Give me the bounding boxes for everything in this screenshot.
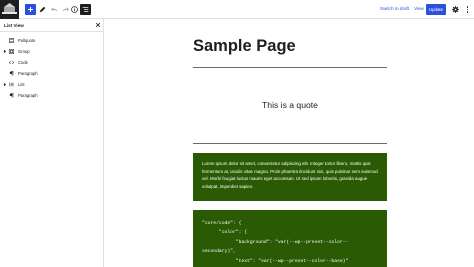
paragraph-block[interactable]: Lorem ipsum dolor sit amet, consectetur …	[193, 153, 387, 201]
list-view-item-label: Paragraph	[18, 93, 38, 98]
code-text[interactable]: "core/code": { "color": { "background": …	[202, 219, 378, 267]
more-options-button[interactable]	[465, 4, 470, 15]
code-icon	[9, 60, 14, 65]
list-view-item-code[interactable]: Code	[0, 57, 104, 68]
list-view-icon	[82, 7, 89, 12]
pullquote-icon	[9, 38, 14, 43]
undo-button[interactable]	[50, 4, 58, 15]
pencil-icon	[39, 6, 46, 13]
list-view-toggle-button[interactable]	[80, 4, 91, 15]
list-view-item-pullquote[interactable]: Pullquote	[0, 35, 104, 46]
list-view-header: List View	[0, 19, 104, 32]
tools-button[interactable]	[38, 4, 47, 15]
pullquote-text[interactable]: This is a quote	[193, 100, 387, 110]
list-view-item-label: Paragraph	[18, 71, 38, 76]
details-button[interactable]	[70, 4, 79, 15]
list-view-item-label: Pullquote	[18, 38, 36, 43]
paragraph-text[interactable]: Lorem ipsum dolor sit amet, consectetur …	[202, 160, 378, 190]
plus-icon-vertical	[30, 7, 31, 12]
paragraph-icon	[9, 93, 14, 98]
switch-to-draft-button[interactable]: Switch to draft	[380, 6, 409, 11]
info-icon	[71, 6, 78, 13]
list-view-item-label: Group	[18, 49, 30, 54]
list-icon	[9, 82, 14, 87]
more-vertical-icon	[466, 6, 469, 8]
site-logo-icon[interactable]	[0, 0, 19, 19]
editor-canvas: Sample Page This is a quote Lorem ipsum …	[105, 19, 474, 267]
chevron-right-icon[interactable]	[3, 82, 7, 87]
list-view-item-group[interactable]: Group	[0, 46, 104, 57]
list-view-item-label: Code	[18, 60, 29, 65]
chevron-right-icon[interactable]	[3, 49, 7, 54]
group-icon	[9, 49, 14, 54]
close-icon[interactable]	[95, 22, 101, 28]
redo-icon	[62, 6, 69, 11]
editor-top-toolbar: Switch to draft View Update	[0, 0, 474, 19]
update-button[interactable]: Update	[426, 4, 446, 15]
page-title[interactable]: Sample Page	[193, 37, 296, 56]
list-view-item-paragraph[interactable]: Paragraph	[0, 68, 104, 79]
list-view-item-list[interactable]: List	[0, 79, 104, 90]
more-vertical-icon-dot	[466, 11, 469, 13]
code-block[interactable]: "core/code": { "color": { "background": …	[193, 210, 387, 267]
paragraph-icon	[9, 71, 14, 76]
undo-icon	[50, 6, 57, 11]
more-vertical-icon-dot	[466, 8, 469, 11]
logo-base	[2, 12, 17, 14]
block-inserter-button[interactable]	[25, 4, 36, 15]
gear-icon	[452, 6, 459, 13]
view-button[interactable]: View	[414, 6, 424, 11]
list-view-item-label: List	[18, 82, 25, 87]
separator	[193, 143, 387, 144]
list-view-panel: List View Pullquote Group Code Paragraph…	[0, 19, 104, 267]
separator	[193, 67, 387, 68]
settings-button[interactable]	[451, 4, 460, 15]
list-view-item-paragraph[interactable]: Paragraph	[0, 90, 104, 101]
list-view-title: List View	[4, 23, 24, 28]
redo-button[interactable]	[61, 4, 69, 15]
